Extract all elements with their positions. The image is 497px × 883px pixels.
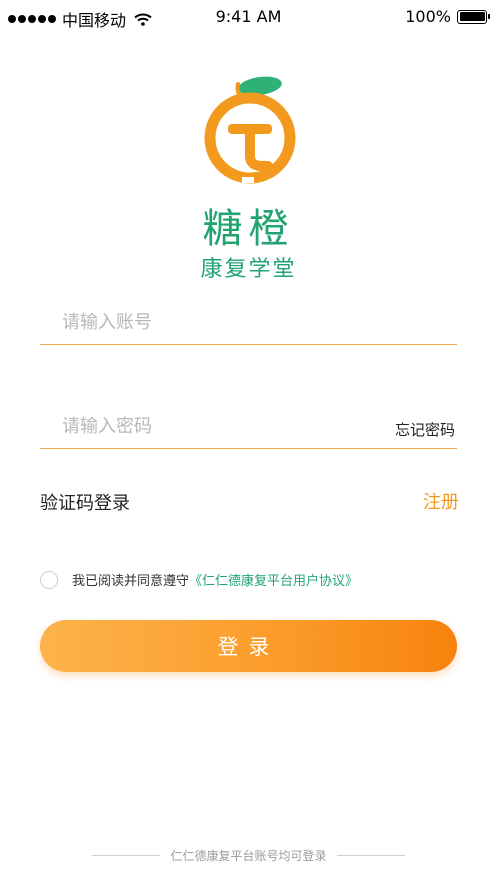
footer-divider-right <box>336 855 405 856</box>
footer: 仁仁德康复平台账号均可登录 <box>0 847 497 864</box>
footer-text: 仁仁德康复平台账号均可登录 <box>170 849 327 863</box>
register-link[interactable]: 注册 <box>423 488 459 514</box>
status-bar: 中国移动 9:41 AM 100% <box>0 0 497 34</box>
agreement-checkbox[interactable] <box>40 570 58 589</box>
battery-percent: 100% <box>405 7 451 26</box>
brand-title: 糖橙 <box>202 206 295 252</box>
password-input[interactable] <box>60 404 364 448</box>
battery-icon <box>457 9 490 24</box>
account-field <box>40 300 457 345</box>
agreement-row: 我已阅读并同意遵守 《仁仁德康复平台用户协议》 <box>40 570 358 589</box>
agreement-text: 我已阅读并同意遵守 <box>72 574 190 589</box>
forgot-password-link[interactable]: 忘记密码 <box>395 419 455 440</box>
login-button[interactable]: 登录 <box>40 620 457 672</box>
status-right: 100% <box>405 7 490 26</box>
agreement-link[interactable]: 《仁仁德康复平台用户协议》 <box>189 570 358 589</box>
app-logo-icon <box>204 76 296 184</box>
footer-divider-left <box>92 855 161 856</box>
sms-login-link[interactable]: 验证码登录 <box>40 489 130 515</box>
brand-subtitle: 康复学堂 <box>200 257 297 282</box>
password-field: 忘记密码 <box>40 404 457 449</box>
account-input[interactable] <box>60 300 364 344</box>
